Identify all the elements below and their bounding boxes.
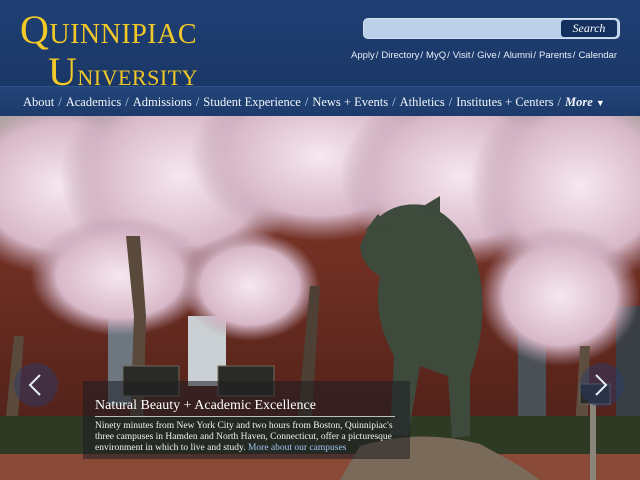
caption-divider [95,416,395,417]
nav-item-institutes-centers[interactable]: Institutes + Centers [456,95,553,109]
utility-link-visit[interactable]: Visit [453,50,471,61]
hero-title: Natural Beauty + Academic Excellence [95,398,316,413]
nav-more-label: More [565,95,593,109]
utility-separator: / [447,50,450,61]
utility-link-alumni[interactable]: Alumni [503,50,532,61]
utility-separator: / [497,50,501,61]
utility-separator: / [471,50,475,61]
search-button[interactable]: Search [561,20,617,37]
hero-caption: Natural Beauty + Academic Excellence Nin… [83,381,410,459]
nav-item-athletics[interactable]: Athletics [400,95,445,109]
nav-item-admissions[interactable]: Admissions [133,95,192,109]
nav-separator: / [392,95,396,109]
slideshow-prev-button[interactable] [14,363,58,407]
utility-link-directory[interactable]: Directory [381,50,419,61]
utility-link-apply[interactable]: Apply [351,50,375,61]
search-box: Search [363,18,620,39]
caret-down-icon: ▼ [595,98,605,108]
main-nav: About / Academics / Admissions / Student Exper… [0,86,640,116]
utility-link-parents[interactable]: Parents [539,50,572,61]
chevron-right-icon [595,374,608,396]
chevron-left-icon [28,374,41,396]
more-about-campuses-link[interactable]: More about our campuses [248,443,346,453]
hero-description: Ninety minutes from New York City and tw… [95,421,400,454]
nav-item-about[interactable]: About [23,95,54,109]
nav-separator: / [58,95,62,109]
utility-nav: Apply/Directory/MyQ/Visit/Give/Alumni/Pa… [351,50,617,61]
nav-separator: / [195,95,200,109]
nav-separator: / [304,95,309,109]
utility-link-give[interactable]: Give [477,50,497,61]
search-input[interactable] [364,19,562,38]
slideshow-next-button[interactable] [580,363,624,407]
nav-separator: / [557,95,562,109]
nav-separator: / [125,95,129,109]
logo-line-1: QUINNIPIAC [20,7,197,52]
nav-item-more[interactable]: More ▼ [565,95,605,109]
utility-separator: / [572,50,576,61]
university-logo[interactable]: QUINNIPIAC UNIVERSITY [20,10,198,92]
utility-separator: / [375,50,379,61]
hero-description-text: Ninety minutes from New York City and tw… [95,421,393,453]
utility-link-calendar[interactable]: Calendar [578,50,617,61]
nav-item-academics[interactable]: Academics [66,95,122,109]
nav-separator: / [448,95,453,109]
utility-link-myq[interactable]: MyQ [426,50,446,61]
nav-item-student-experience[interactable]: Student Experience [203,95,301,109]
site-header: QUINNIPIAC UNIVERSITY Search Apply/Direc… [0,0,640,92]
nav-item-news-events[interactable]: News + Events [312,95,388,109]
utility-separator: / [533,50,537,61]
utility-separator: / [420,50,424,61]
logo-initial: Q [20,7,50,52]
